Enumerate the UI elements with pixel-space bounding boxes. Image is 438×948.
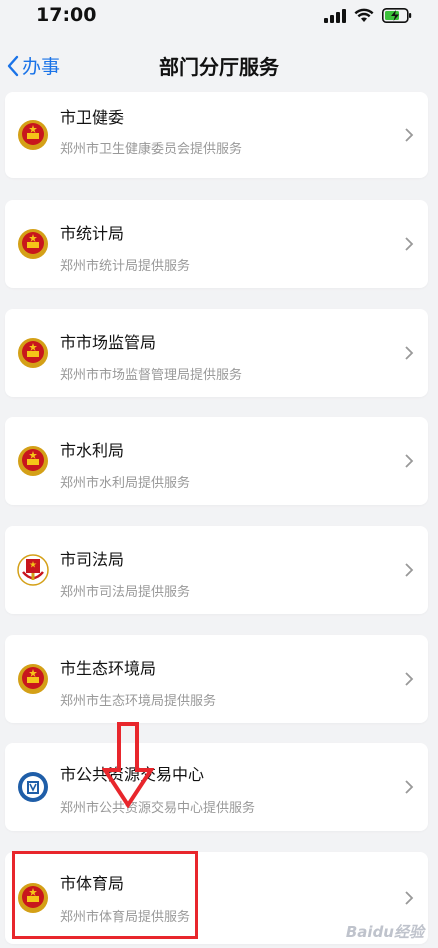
watermark: Baidu经验 xyxy=(345,923,424,941)
status-time: 17:00 xyxy=(36,4,97,26)
department-card[interactable]: 市司法局 郑州市司法局提供服务 xyxy=(5,526,428,614)
down-arrow-annotation xyxy=(102,722,154,808)
status-bar: 17:00 xyxy=(0,0,438,34)
department-description: 郑州市水利局提供服务 xyxy=(60,476,191,491)
chevron-right-icon xyxy=(405,454,414,468)
national-emblem-icon xyxy=(18,446,48,476)
department-description: 郑州市司法局提供服务 xyxy=(60,585,191,600)
chevron-right-icon xyxy=(405,346,414,360)
national-emblem-icon xyxy=(18,229,48,259)
national-emblem-icon xyxy=(18,664,48,694)
department-name: 市水利局 xyxy=(60,441,125,460)
department-card[interactable]: 市水利局 郑州市水利局提供服务 xyxy=(5,417,428,505)
justice-emblem-icon xyxy=(17,554,49,586)
department-card[interactable]: 市统计局 郑州市统计局提供服务 xyxy=(5,200,428,288)
chevron-right-icon xyxy=(405,891,414,905)
department-name: 市市场监管局 xyxy=(60,333,157,352)
department-name: 市司法局 xyxy=(60,550,125,569)
national-emblem-icon xyxy=(18,120,48,150)
department-card[interactable]: 市卫健委 郑州市卫生健康委员会提供服务 xyxy=(5,92,428,178)
status-icons xyxy=(324,8,412,23)
department-description: 郑州市公共资源交易中心提供服务 xyxy=(60,801,256,816)
department-description: 郑州市卫生健康委员会提供服务 xyxy=(60,142,243,157)
national-emblem-icon xyxy=(18,338,48,368)
resource-center-logo-icon xyxy=(18,772,48,802)
department-name: 市统计局 xyxy=(60,224,125,243)
wifi-icon xyxy=(354,8,374,22)
department-description: 郑州市生态环境局提供服务 xyxy=(60,694,217,709)
department-name: 市卫健委 xyxy=(60,108,125,127)
department-name: 市生态环境局 xyxy=(60,659,157,678)
department-card[interactable]: 市生态环境局 郑州市生态环境局提供服务 xyxy=(5,635,428,723)
chevron-right-icon xyxy=(405,780,414,794)
cellular-signal-icon xyxy=(324,8,346,23)
department-description: 郑州市市场监督管理局提供服务 xyxy=(60,368,243,383)
battery-charging-icon xyxy=(382,8,412,23)
page-title: 部门分厅服务 xyxy=(159,55,279,79)
department-card[interactable]: 市公共资源交易中心 郑州市公共资源交易中心提供服务 xyxy=(5,743,428,831)
chevron-right-icon xyxy=(405,128,414,142)
chevron-right-icon xyxy=(405,672,414,686)
highlight-box-annotation xyxy=(12,851,198,939)
navigation-bar: 办事 部门分厅服务 xyxy=(0,34,438,96)
department-description: 郑州市统计局提供服务 xyxy=(60,259,191,274)
department-card[interactable]: 市市场监管局 郑州市市场监督管理局提供服务 xyxy=(5,309,428,397)
chevron-right-icon xyxy=(405,563,414,577)
chevron-right-icon xyxy=(405,237,414,251)
